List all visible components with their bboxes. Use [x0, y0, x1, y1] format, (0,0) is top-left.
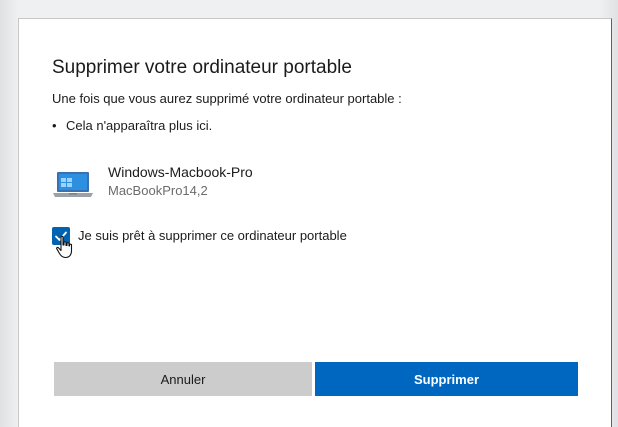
dialog-title: Supprimer votre ordinateur portable — [52, 57, 352, 78]
delete-laptop-dialog: Supprimer votre ordinateur portable Une … — [18, 18, 612, 427]
delete-button[interactable]: Supprimer — [315, 362, 578, 396]
device-info: Windows-Macbook-Pro MacBookPro14,2 — [52, 162, 452, 204]
device-model: MacBookPro14,2 — [108, 183, 208, 198]
device-name: Windows-Macbook-Pro — [108, 164, 253, 180]
laptop-icon — [53, 172, 93, 197]
bullet-icon: • — [52, 118, 57, 133]
cancel-button[interactable]: Annuler — [54, 362, 312, 396]
confirm-delete-option[interactable]: Je suis prêt à supprimer ce ordinateur p… — [52, 225, 472, 259]
bullet-text: Cela n'apparaîtra plus ici. — [66, 118, 213, 133]
hand-cursor-icon — [56, 235, 73, 259]
list-item: • Cela n'apparaîtra plus ici. — [52, 118, 212, 133]
confirm-checkbox-label[interactable]: Je suis prêt à supprimer ce ordinateur p… — [78, 228, 347, 243]
dialog-intro-text: Une fois que vous aurez supprimé votre o… — [52, 91, 402, 106]
